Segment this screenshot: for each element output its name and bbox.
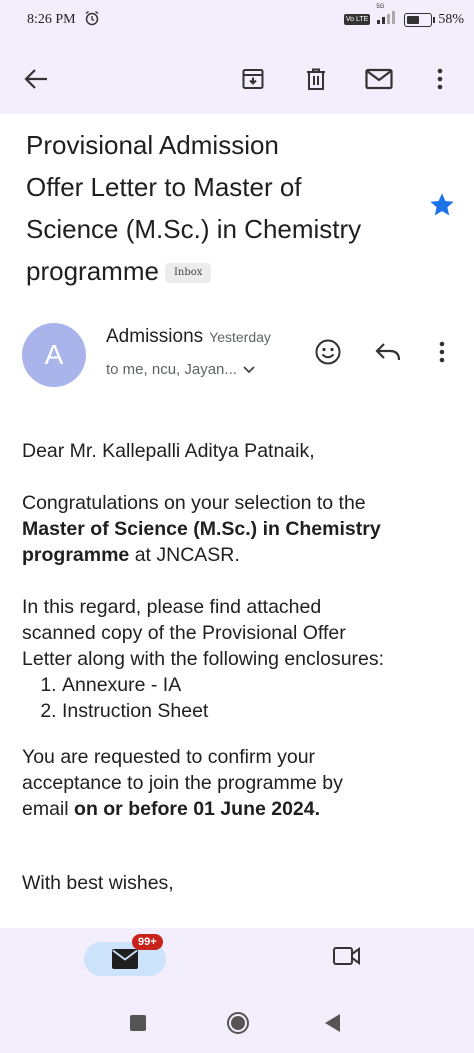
- volte-icon: Vo LTE: [343, 14, 371, 25]
- reply-icon[interactable]: [371, 335, 405, 369]
- subject-line: Science (M.Sc.) in Chemistry: [26, 214, 362, 244]
- body-text: Letter along with the following enclosur…: [22, 648, 385, 670]
- body-paragraph: Congratulations on your selection to the…: [22, 490, 457, 568]
- body-paragraph: You are requested to confirm your accept…: [22, 744, 457, 822]
- recipients-text: to me, ncu, Jayan...: [106, 361, 237, 378]
- email-subject: Provisional Admission Offer Letter to Ma…: [26, 124, 416, 292]
- battery-icon: [404, 12, 436, 27]
- emoji-react-icon[interactable]: [311, 335, 345, 369]
- unread-badge: 99+: [132, 934, 163, 950]
- battery-percent: 58%: [438, 11, 464, 27]
- greeting: Dear Mr. Kallepalli Aditya Patnaik,: [22, 440, 315, 462]
- network-label: 5G: [376, 4, 385, 10]
- archive-icon[interactable]: [236, 62, 270, 96]
- status-time: 8:26 PM: [27, 12, 76, 27]
- more-icon[interactable]: [423, 62, 457, 96]
- body-text: In this regard, please find attached: [22, 596, 322, 618]
- deadline-text: on or before 01 June 2024.: [74, 798, 321, 820]
- status-bar: 8:26 PM Vo LTE 5G 58%: [0, 0, 474, 44]
- video-camera-icon: [333, 947, 360, 965]
- system-navigation: [0, 994, 474, 1053]
- body-text: You are requested to confirm your: [22, 746, 316, 768]
- list-item: Instruction Sheet: [62, 698, 457, 724]
- body-text: Congratulations on your selection to the: [22, 492, 366, 514]
- meet-tab[interactable]: [332, 945, 362, 972]
- avatar-letter: A: [44, 339, 64, 370]
- email-body: Dear Mr. Kallepalli Aditya Patnaik, Cong…: [22, 438, 457, 896]
- body-text: acceptance to join the programme by: [22, 772, 343, 794]
- subject-line: programme: [26, 256, 159, 286]
- enclosure-list: Annexure - IA Instruction Sheet: [22, 672, 457, 724]
- sender-line[interactable]: Admissions Yesterday: [106, 326, 271, 348]
- body-text: email: [22, 798, 75, 820]
- alarm-icon: [84, 10, 100, 31]
- body-text: scanned copy of the Provisional Offer: [22, 622, 346, 644]
- recipients-toggle[interactable]: to me, ncu, Jayan...: [106, 361, 255, 378]
- sender-avatar[interactable]: A: [22, 323, 86, 387]
- inbox-label-chip[interactable]: Inbox: [164, 263, 212, 284]
- sender-name: Admissions: [106, 326, 204, 347]
- mark-unread-icon[interactable]: [362, 62, 396, 96]
- list-item: Annexure - IA: [62, 672, 457, 698]
- star-icon[interactable]: [428, 191, 456, 224]
- toolbar: [0, 44, 474, 114]
- chevron-down-icon: [243, 365, 255, 373]
- mail-icon: [112, 949, 138, 969]
- message-more-icon[interactable]: [425, 335, 459, 369]
- body-paragraph: In this regard, please find attached sca…: [22, 594, 457, 672]
- subject-line: Offer Letter to Master of: [26, 172, 302, 202]
- delete-icon[interactable]: [299, 62, 333, 96]
- subject-line: Provisional Admission: [26, 130, 279, 160]
- bottom-navigation: 99+: [0, 928, 474, 994]
- signal-icon: 5G: [376, 4, 398, 29]
- back-arrow-icon[interactable]: [19, 62, 53, 96]
- home-icon[interactable]: [226, 1011, 250, 1040]
- back-nav-icon[interactable]: [325, 1014, 341, 1037]
- recents-icon[interactable]: [130, 1015, 146, 1036]
- closing: With best wishes,: [22, 872, 174, 894]
- received-time: Yesterday: [209, 329, 271, 345]
- body-text: at JNCASR.: [129, 544, 240, 566]
